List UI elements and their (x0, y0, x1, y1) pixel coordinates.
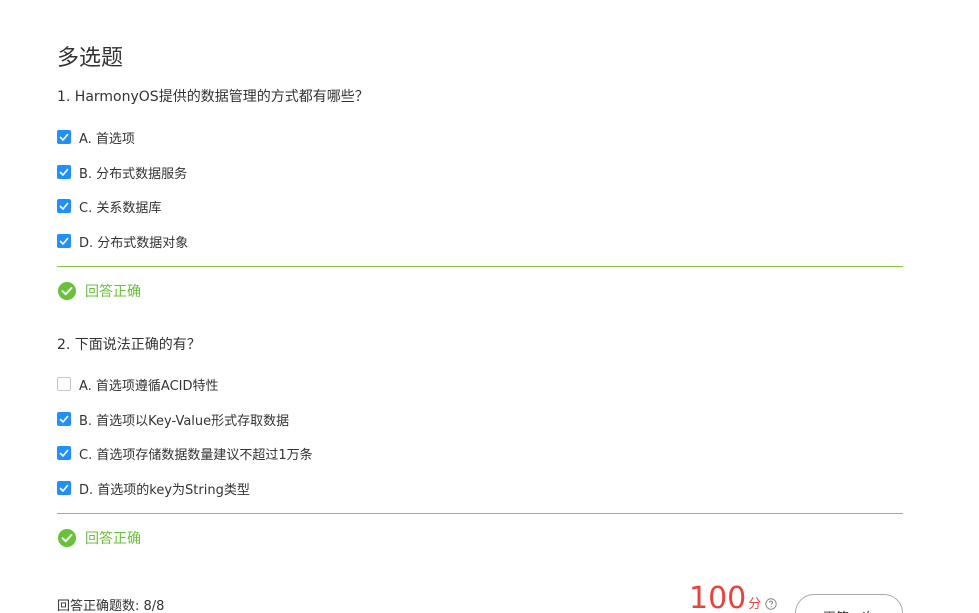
checkbox-checked[interactable] (57, 446, 71, 460)
checkbox-checked[interactable] (57, 412, 71, 426)
checkmark-icon (59, 484, 69, 492)
section-title: 多选题 (57, 46, 124, 71)
option-label: D. 首选项的key为String类型 (79, 482, 250, 498)
checkmark-icon (59, 415, 69, 423)
option-label: A. 首选项遵循ACID特性 (79, 378, 219, 394)
divider (57, 513, 903, 514)
score-value: 100 (689, 581, 747, 613)
retry-button[interactable]: 再答一次 (795, 594, 903, 613)
checkbox-checked[interactable] (57, 130, 71, 144)
checkbox-checked[interactable] (57, 234, 71, 248)
checkbox-checked[interactable] (57, 199, 71, 213)
score: 100 分 (689, 582, 777, 613)
result-text: 回答正确 (85, 284, 141, 300)
option-label: A. 首选项 (79, 131, 135, 147)
checkmark-icon (59, 168, 69, 176)
question-2-text: 2. 下面说法正确的有？ (57, 337, 201, 353)
checkbox-unchecked[interactable] (57, 377, 71, 391)
q2-option-d[interactable]: D. 首选项的key为String类型 (57, 478, 250, 498)
checkmark-icon (59, 449, 69, 457)
q1-option-d[interactable]: D. 分布式数据对象 (57, 231, 188, 251)
q2-option-a[interactable]: A. 首选项遵循ACID特性 (57, 374, 219, 394)
checkbox-checked[interactable] (57, 481, 71, 495)
q1-option-c[interactable]: C. 关系数据库 (57, 196, 161, 216)
result-text: 回答正确 (85, 531, 141, 547)
check-circle-icon (58, 282, 76, 300)
q1-option-b[interactable]: B. 分布式数据服务 (57, 162, 187, 182)
quiz-page: 多选题 1. HarmonyOS提供的数据管理的方式都有哪些？ A. 首选项 B… (0, 0, 979, 613)
checkbox-checked[interactable] (57, 165, 71, 179)
option-label: C. 关系数据库 (79, 200, 162, 216)
checkmark-icon (59, 202, 69, 210)
correct-count: 回答正确题数: 8/8 (57, 599, 165, 613)
q2-option-b[interactable]: B. 首选项以Key-Value形式存取数据 (57, 409, 289, 429)
divider (57, 266, 903, 267)
option-label: B. 分布式数据服务 (79, 166, 188, 182)
check-circle-icon (58, 529, 76, 547)
option-label: B. 首选项以Key-Value形式存取数据 (79, 413, 290, 429)
question-circle-icon[interactable] (765, 598, 777, 610)
q1-option-a[interactable]: A. 首选项 (57, 127, 135, 147)
checkmark-icon (59, 237, 69, 245)
q2-option-c[interactable]: C. 首选项存储数据数量建议不超过1万条 (57, 443, 313, 463)
checkmark-icon (59, 133, 69, 141)
question-2-result: 回答正确 (57, 528, 141, 548)
question-1-result: 回答正确 (57, 281, 141, 301)
option-label: C. 首选项存储数据数量建议不超过1万条 (79, 447, 313, 463)
score-unit: 分 (748, 597, 762, 612)
option-label: D. 分布式数据对象 (79, 235, 189, 251)
question-1-text: 1. HarmonyOS提供的数据管理的方式都有哪些？ (57, 89, 369, 105)
